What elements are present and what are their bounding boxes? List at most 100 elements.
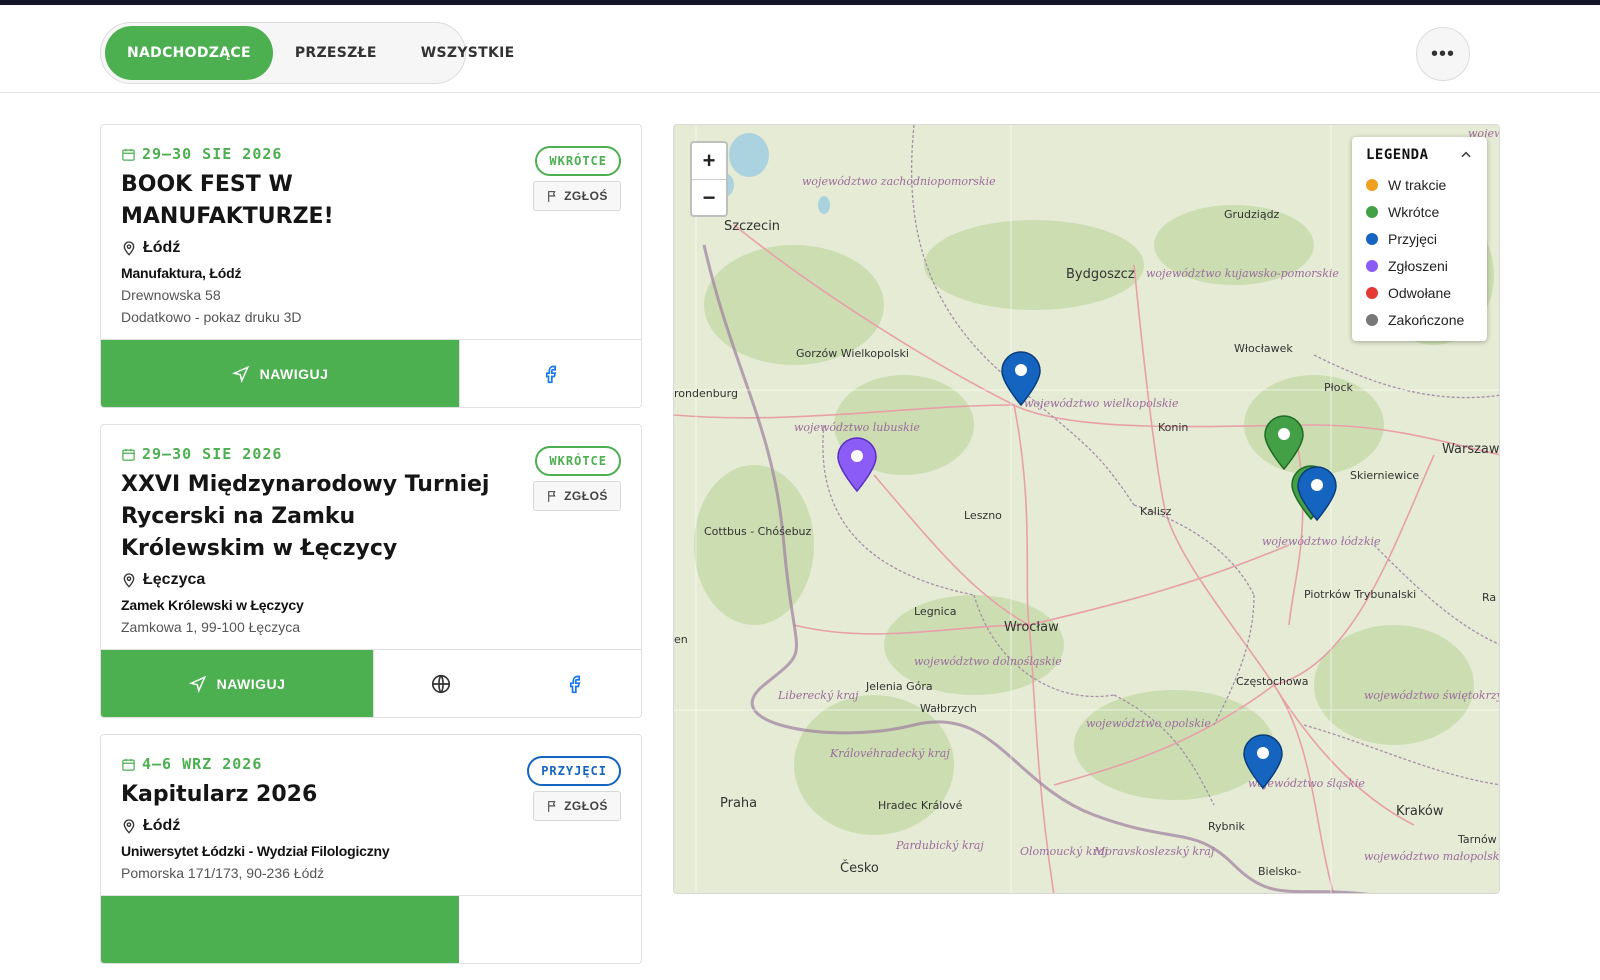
zoom-control: + −: [690, 141, 728, 217]
navigate-button[interactable]: NAWIGUJ: [101, 650, 373, 717]
map-label: województwo łódzkie: [1262, 535, 1381, 548]
report-label: ZGŁOŚ: [564, 489, 608, 503]
calendar-icon: [122, 448, 135, 461]
map-marker-submitted[interactable]: [836, 437, 878, 493]
event-actions: NAWIGUJ: [101, 339, 641, 407]
legend-dot: [1366, 313, 1378, 326]
event-extra-info: Dodatkowo - pokaz druku 3D: [121, 309, 302, 325]
tab-all[interactable]: WSZYSTKIE: [399, 26, 537, 80]
map-label: województwo opolskie: [1086, 717, 1211, 730]
map-marker-accepted[interactable]: [1242, 734, 1284, 790]
map-legend: LEGENDA W trakcie Wkrótce Przyjęci Zgłos…: [1352, 137, 1487, 341]
map-label: en: [674, 633, 688, 646]
event-title: XXVI Międzynarodowy Turniej Rycerski na …: [121, 472, 490, 561]
location-pin-icon: [123, 819, 135, 834]
tab-upcoming[interactable]: NADCHODZĄCE: [105, 26, 273, 80]
legend-dot: [1366, 232, 1378, 245]
facebook-button[interactable]: [508, 650, 641, 717]
map-label: Kraków: [1396, 804, 1444, 819]
event-address: Drewnowska 58: [121, 287, 221, 303]
events-map[interactable]: Szczecin Bydgoszcz Grudziądz Gorzów Wiel…: [673, 124, 1500, 894]
map-label: Ra: [1482, 591, 1496, 604]
map-label: województwo lubuskie: [794, 421, 920, 434]
map-label: Szczecin: [724, 219, 780, 234]
map-label: województwo wielkopolskie: [1024, 397, 1179, 410]
globe-icon: [431, 674, 451, 693]
filter-tabs: NADCHODZĄCE PRZESZŁE WSZYSTKIE: [100, 22, 514, 84]
status-badge: PRZYJĘCI: [527, 756, 621, 786]
map-label: Legnica: [914, 605, 957, 618]
event-city: Łódź: [121, 239, 621, 257]
map-label: Wrocław: [1004, 620, 1059, 635]
map-label: Liberecký kraj: [777, 689, 859, 702]
event-card-body: 29–30 SIE 2026 BOOK FEST W MANUFAKTURZE!…: [101, 125, 641, 339]
navigation-arrow-icon: [231, 365, 249, 383]
event-city-text: Łódź: [143, 817, 181, 834]
website-button[interactable]: [373, 650, 508, 717]
map-label: Pardubický kraj: [895, 839, 984, 852]
map-marker-soon[interactable]: [1263, 415, 1305, 471]
facebook-icon: [569, 675, 580, 693]
event-venue: Manufaktura, Łódź: [121, 265, 242, 281]
map-label: Warszawa: [1442, 442, 1500, 457]
event-actions: [101, 895, 641, 963]
map-label: Włocławek: [1234, 342, 1293, 355]
event-card-body: 4–6 WRZ 2026 Kapitularz 2026 Łódź Uniwer…: [101, 735, 641, 895]
legend-item-accepted: Przyjęci: [1366, 225, 1473, 252]
map-label: Jelenia Góra: [865, 680, 933, 693]
navigate-button[interactable]: NAWIGUJ: [101, 340, 459, 407]
location-pin-icon: [123, 241, 135, 256]
event-address: Pomorska 171/173, 90-236 Łódź: [121, 865, 325, 881]
map-label: Leszno: [964, 509, 1002, 522]
event-city-text: Łęczyca: [143, 571, 206, 588]
legend-dot: [1366, 178, 1378, 191]
more-options-button[interactable]: •••: [1416, 27, 1470, 81]
map-label: Praha: [720, 796, 757, 811]
map-label: Hradec Králové: [878, 799, 963, 812]
legend-dot: [1366, 259, 1378, 272]
event-actions: NAWIGUJ: [101, 649, 641, 717]
flag-icon: [548, 190, 556, 202]
event-city-text: Łódź: [143, 239, 181, 256]
flag-icon: [548, 800, 556, 812]
legend-label: Odwołane: [1388, 284, 1452, 301]
map-label: Grudziądz: [1224, 208, 1280, 221]
navigate-label: NAWIGUJ: [216, 675, 286, 692]
map-marker-accepted[interactable]: [1296, 466, 1338, 522]
zoom-in-button[interactable]: +: [692, 143, 726, 179]
event-title: BOOK FEST W MANUFAKTURZE!: [121, 172, 334, 229]
map-label: Gorzów Wielkopolski: [796, 347, 909, 360]
report-label: ZGŁOŚ: [564, 189, 608, 203]
legend-dot: [1366, 286, 1378, 299]
map-label: województwo zachodniopomorskie: [802, 175, 996, 188]
legend-item-cancelled: Odwołane: [1366, 279, 1473, 306]
map-label: Moravskoslezský kraj: [1093, 845, 1215, 858]
report-button[interactable]: ZGŁOŚ: [533, 791, 621, 821]
map-label: Konin: [1158, 421, 1188, 434]
event-address: Zamkowa 1, 99-100 Łęczyca: [121, 619, 300, 635]
map-label: Česko: [840, 860, 879, 876]
event-title: Kapitularz 2026: [121, 782, 318, 807]
map-label: Częstochowa: [1236, 675, 1308, 688]
event-venue: Uniwersytet Łódzki - Wydział Filologiczn…: [121, 843, 390, 859]
zoom-out-button[interactable]: −: [692, 179, 726, 215]
legend-label: Wkrótce: [1388, 203, 1440, 220]
event-date-text: 4–6 WRZ 2026: [142, 755, 263, 773]
map-marker-accepted[interactable]: [1000, 351, 1042, 407]
map-label: Bydgoszcz: [1066, 267, 1135, 282]
map-label: województwo kujawsko-pomorskie: [1146, 267, 1339, 280]
navigate-button[interactable]: [101, 896, 459, 963]
map-label: Kalisz: [1140, 505, 1172, 518]
navigation-arrow-icon: [188, 675, 206, 693]
facebook-button[interactable]: [459, 340, 641, 407]
report-button[interactable]: ZGŁOŚ: [533, 181, 621, 211]
legend-header[interactable]: LEGENDA: [1366, 147, 1473, 163]
chevron-up-icon[interactable]: [1459, 148, 1473, 162]
tab-past[interactable]: PRZESZŁE: [273, 26, 399, 80]
map-label: Płock: [1324, 381, 1354, 394]
report-button[interactable]: ZGŁOŚ: [533, 481, 621, 511]
event-card: 29–30 SIE 2026 BOOK FEST W MANUFAKTURZE!…: [100, 124, 642, 408]
calendar-icon: [122, 148, 135, 161]
legend-label: Przyjęci: [1388, 230, 1438, 247]
map-label: Bielsko-: [1258, 865, 1301, 878]
